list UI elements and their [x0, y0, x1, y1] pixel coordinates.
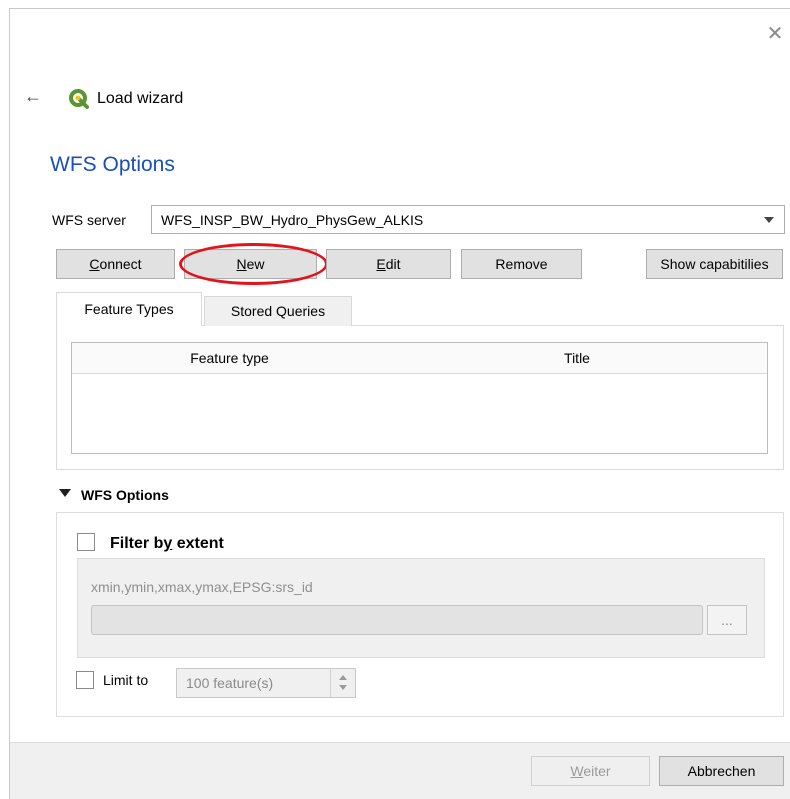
next-button[interactable]: Weiter: [531, 756, 650, 786]
wfs-server-value: WFS_INSP_BW_Hydro_PhysGew_ALKIS: [161, 212, 424, 228]
edit-label-rest: dit: [385, 256, 401, 272]
wfs-server-combobox[interactable]: WFS_INSP_BW_Hydro_PhysGew_ALKIS: [151, 205, 785, 234]
connect-mnemonic: C: [89, 256, 100, 272]
remove-button[interactable]: Remove: [461, 249, 582, 279]
tab-stored-queries[interactable]: Stored Queries: [204, 296, 352, 326]
limit-label[interactable]: Limit to: [103, 671, 148, 689]
spin-up-icon[interactable]: [339, 675, 347, 680]
connect-label-rest: onnect: [99, 256, 142, 272]
qgis-logo-icon: [68, 88, 90, 110]
filter-by-extent-label[interactable]: Filter by extent: [110, 534, 224, 554]
wfs-server-label: WFS server: [52, 212, 126, 228]
feature-type-table[interactable]: Feature type Title: [71, 342, 768, 454]
spin-buttons[interactable]: [330, 669, 355, 697]
column-header-feature-type[interactable]: Feature type: [72, 343, 388, 374]
options-section-title[interactable]: WFS Options: [81, 486, 169, 504]
limit-checkbox[interactable]: [76, 671, 94, 689]
back-arrow-icon[interactable]: ←: [20, 84, 46, 108]
filter-label-mnemonic: y: [163, 535, 173, 552]
extent-input[interactable]: [91, 605, 703, 635]
show-capabilities-button[interactable]: Show capabitilies: [646, 249, 783, 279]
connect-button[interactable]: Connect: [56, 249, 175, 279]
edit-button[interactable]: Edit: [326, 249, 451, 279]
page-heading: WFS Options: [50, 153, 175, 176]
column-header-title[interactable]: Title: [387, 343, 767, 374]
spin-down-icon[interactable]: [339, 685, 347, 690]
filter-label-before: Filter b: [110, 535, 164, 552]
feature-limit-value: 100 feature(s): [186, 675, 274, 691]
collapse-triangle-icon[interactable]: [59, 489, 71, 497]
tab-feature-types[interactable]: Feature Types: [56, 292, 202, 326]
window-title: Load wizard: [97, 90, 184, 107]
highlight-ellipse: [179, 243, 328, 285]
filter-label-after: extent: [172, 535, 224, 552]
extent-browse-button[interactable]: ...: [707, 605, 747, 635]
next-label-rest: eiter: [583, 763, 611, 779]
extent-format-hint: xmin,ymin,xmax,ymax,EPSG:srs_id: [91, 579, 313, 595]
edit-mnemonic: E: [376, 256, 386, 272]
next-mnemonic: W: [570, 763, 584, 779]
close-icon[interactable]: ✕: [763, 22, 787, 46]
filter-by-extent-checkbox[interactable]: [77, 533, 95, 551]
cancel-button[interactable]: Abbrechen: [659, 756, 784, 786]
chevron-down-icon: [764, 217, 774, 223]
feature-limit-spinbox[interactable]: 100 feature(s): [176, 668, 356, 698]
